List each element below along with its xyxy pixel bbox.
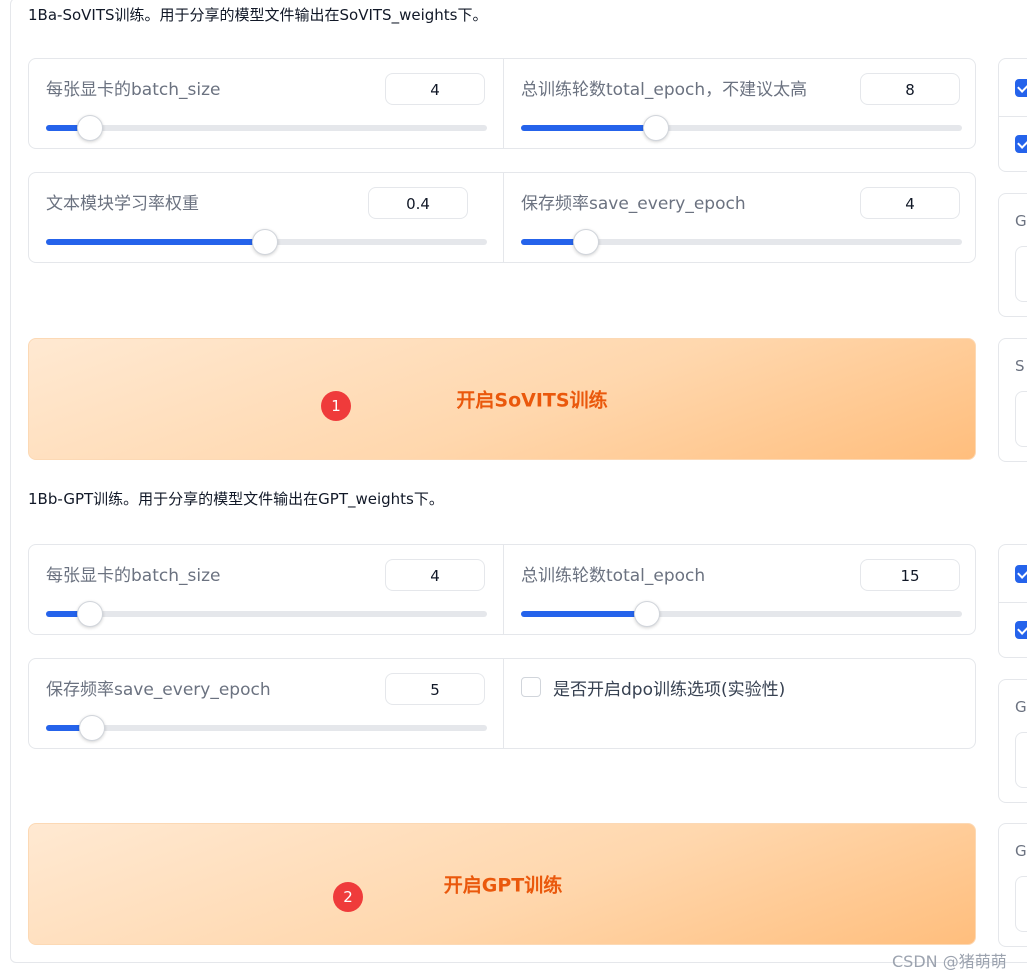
slider-fill xyxy=(521,611,647,617)
sovits-total-epoch-slider: 总训练轮数total_epoch，不建议太高 8 xyxy=(503,59,977,148)
slider-thumb[interactable] xyxy=(642,115,669,141)
sovits-section-title: 1Ba-SoVITS训练。用于分享的模型文件输出在SoVITS_weights下… xyxy=(28,6,488,24)
slider-fill xyxy=(521,125,656,131)
sovits-text-lr-track[interactable] xyxy=(46,229,487,255)
checked-checkbox-icon[interactable] xyxy=(1015,79,1027,97)
gpt-total-epoch-input[interactable]: 15 xyxy=(860,559,960,591)
gpt-batch-size-track[interactable] xyxy=(46,601,487,627)
dpo-checkbox[interactable] xyxy=(521,677,541,697)
sovits-params-row-2: 文本模块学习率权重 0.4 保存频率save_every_epoch 4 xyxy=(28,172,976,263)
gpt-params-row-2: 保存频率save_every_epoch 5 是否开启dpo训练选项(实验性) xyxy=(28,658,976,749)
dpo-checkbox-label[interactable]: 是否开启dpo训练选项(实验性) xyxy=(553,675,785,700)
slider-thumb[interactable] xyxy=(77,601,104,627)
start-sovits-training-label: 开启SoVITS训练 xyxy=(456,389,608,412)
gpt-batch-size-label: 每张显卡的batch_size xyxy=(46,566,221,586)
side-card-g3: G xyxy=(998,823,1027,947)
side-checkbox-card-2 xyxy=(998,544,1027,658)
gpt-batch-size-slider: 每张显卡的batch_size 4 xyxy=(29,545,503,634)
watermark: CSDN @猪萌萌 xyxy=(892,952,1007,971)
gpt-save-every-label: 保存频率save_every_epoch xyxy=(46,680,271,700)
checked-checkbox-icon[interactable] xyxy=(1015,621,1027,639)
slider-thumb[interactable] xyxy=(77,115,104,141)
gpt-save-every-slider: 保存频率save_every_epoch 5 xyxy=(29,659,503,748)
sovits-save-every-label: 保存频率save_every_epoch xyxy=(521,194,746,214)
slider-thumb[interactable] xyxy=(572,229,599,255)
sovits-text-lr-slider: 文本模块学习率权重 0.4 xyxy=(29,173,503,262)
side-card-g2: G xyxy=(998,679,1027,803)
divider xyxy=(999,602,1027,603)
side-card-g1: G xyxy=(998,193,1027,317)
gpt-save-every-track[interactable] xyxy=(46,715,487,741)
side-card-s: S xyxy=(998,338,1027,462)
side-dropdown[interactable] xyxy=(1015,246,1027,302)
side-dropdown[interactable] xyxy=(1015,391,1027,447)
side-card-label: S xyxy=(1015,357,1025,375)
side-checkbox-card-1 xyxy=(998,58,1027,172)
sovits-total-epoch-input[interactable]: 8 xyxy=(860,73,960,105)
gpt-dpo-option: 是否开启dpo训练选项(实验性) xyxy=(503,659,977,748)
gpt-section-title: 1Bb-GPT训练。用于分享的模型文件输出在GPT_weights下。 xyxy=(28,490,444,508)
slider-fill xyxy=(46,239,266,245)
gpt-batch-size-input[interactable]: 4 xyxy=(385,559,485,591)
slider-thumb[interactable] xyxy=(252,229,279,255)
sovits-save-every-track[interactable] xyxy=(521,229,962,255)
sovits-save-every-slider: 保存频率save_every_epoch 4 xyxy=(503,173,977,262)
slider-thumb[interactable] xyxy=(79,715,106,741)
slider-thumb[interactable] xyxy=(633,601,660,627)
gpt-total-epoch-slider: 总训练轮数total_epoch 15 xyxy=(503,545,977,634)
start-sovits-training-button[interactable]: 开启SoVITS训练 xyxy=(28,338,976,460)
side-dropdown[interactable] xyxy=(1015,732,1027,788)
gpt-save-every-input[interactable]: 5 xyxy=(385,673,485,705)
gpt-params-row-1: 每张显卡的batch_size 4 总训练轮数total_epoch 15 xyxy=(28,544,976,635)
gpt-total-epoch-label: 总训练轮数total_epoch xyxy=(521,566,706,586)
side-dropdown[interactable] xyxy=(1015,876,1027,932)
side-card-label: G xyxy=(1015,212,1027,230)
sovits-batch-size-label: 每张显卡的batch_size xyxy=(46,80,221,100)
sovits-params-row-1: 每张显卡的batch_size 4 总训练轮数total_epoch，不建议太高… xyxy=(28,58,976,149)
sovits-total-epoch-label: 总训练轮数total_epoch，不建议太高 xyxy=(521,80,808,100)
side-card-label: G xyxy=(1015,842,1027,860)
sovits-batch-size-slider: 每张显卡的batch_size 4 xyxy=(29,59,503,148)
annotation-badge-1: 1 xyxy=(321,391,351,421)
start-gpt-training-button[interactable]: 开启GPT训练 xyxy=(28,823,976,945)
checked-checkbox-icon[interactable] xyxy=(1015,565,1027,583)
start-gpt-training-label: 开启GPT训练 xyxy=(443,874,563,897)
gpt-total-epoch-track[interactable] xyxy=(521,601,962,627)
sovits-save-every-input[interactable]: 4 xyxy=(860,187,960,219)
checked-checkbox-icon[interactable] xyxy=(1015,135,1027,153)
divider xyxy=(999,116,1027,117)
side-card-label: G xyxy=(1015,698,1027,716)
sovits-batch-size-input[interactable]: 4 xyxy=(385,73,485,105)
sovits-text-lr-input[interactable]: 0.4 xyxy=(368,187,468,219)
sovits-batch-size-track[interactable] xyxy=(46,115,487,141)
annotation-badge-2: 2 xyxy=(333,882,363,912)
sovits-total-epoch-track[interactable] xyxy=(521,115,962,141)
sovits-text-lr-label: 文本模块学习率权重 xyxy=(46,194,199,214)
